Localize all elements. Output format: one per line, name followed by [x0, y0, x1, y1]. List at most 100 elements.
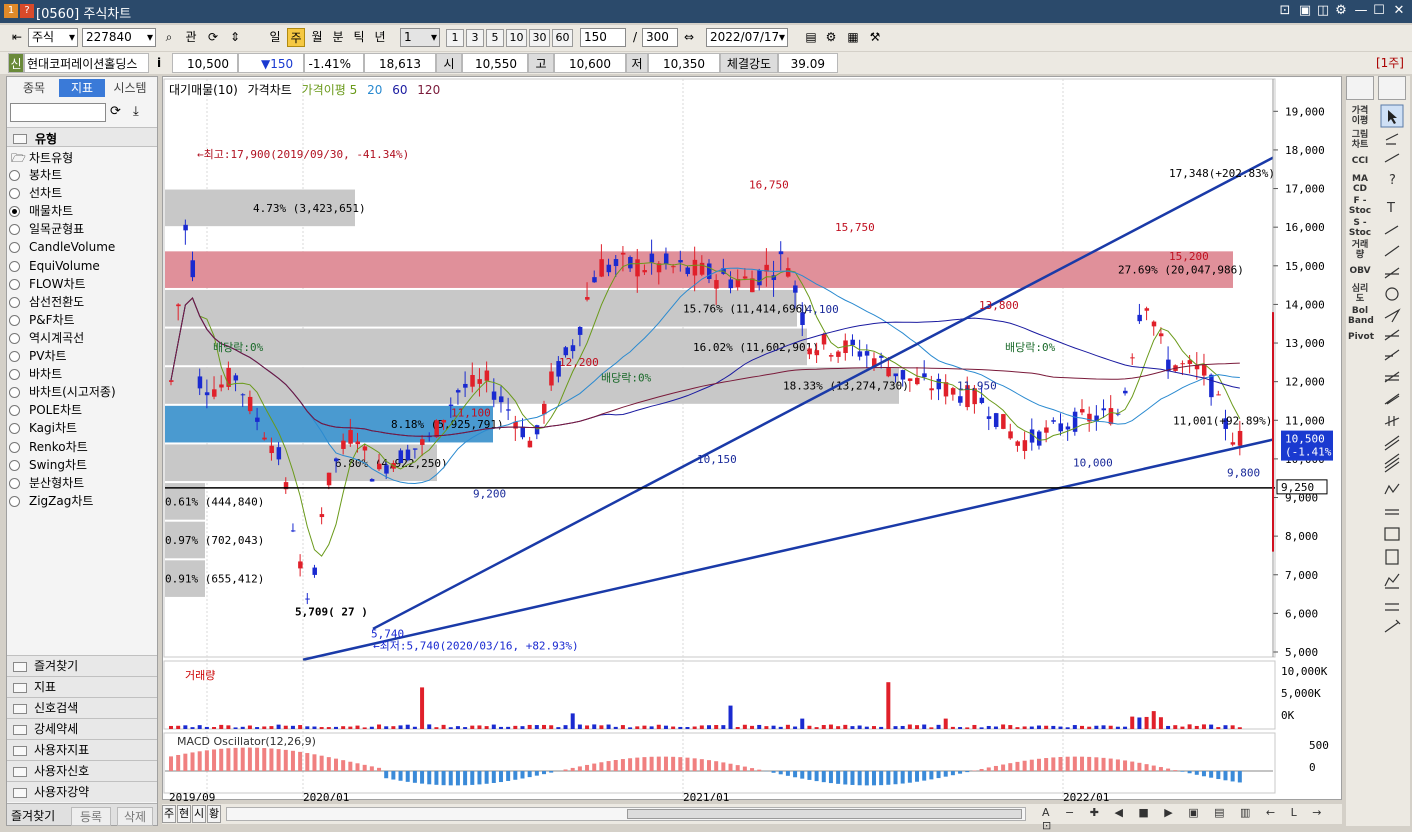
eraser-icon[interactable] — [1385, 133, 1399, 145]
chart-type-item[interactable]: 역시계곡선 — [9, 330, 84, 347]
quick-3[interactable]: 3 — [466, 29, 484, 47]
maximize-icon[interactable]: ☐ — [1370, 2, 1388, 20]
chart-type-item[interactable]: Renko차트 — [9, 439, 88, 456]
legend-ma120[interactable]: 120 — [417, 83, 440, 97]
type-section-header[interactable]: 유형 — [7, 127, 157, 147]
quick-10[interactable]: 10 — [506, 29, 527, 47]
scroll-up-icon[interactable] — [1346, 76, 1374, 100]
chart-type-item[interactable]: 바차트(시고저종) — [9, 384, 116, 401]
fibo-tool-icon[interactable] — [1384, 371, 1400, 383]
period-year[interactable]: 년 — [371, 28, 389, 47]
help-icon[interactable]: ? — [20, 4, 34, 18]
tab-indicator[interactable]: 지표 — [59, 79, 105, 97]
chart-type-item[interactable]: 선차트 — [9, 185, 62, 202]
stock-name[interactable]: 현대코퍼레이션홀딩스 — [24, 53, 149, 73]
pen-tool-icon[interactable] — [1384, 619, 1401, 633]
stepper-icon[interactable]: ⇕ — [226, 28, 244, 47]
link-icon[interactable]: ⊡ — [1276, 2, 1294, 20]
delete-all-icon[interactable] — [1384, 153, 1400, 163]
indicator-cci-icon[interactable]: CCI — [1348, 156, 1372, 166]
left-section[interactable]: 강세약세 — [7, 718, 157, 739]
radio-icon[interactable] — [9, 278, 20, 290]
radio-icon[interactable] — [9, 260, 20, 272]
left-section[interactable]: 신호검색 — [7, 697, 157, 718]
indicator-price-chart-icon[interactable]: 그림 차트 — [1348, 130, 1372, 150]
search-icon[interactable]: ⌕ — [160, 28, 178, 47]
tab-stock[interactable]: 종목 — [11, 79, 57, 97]
quick-5[interactable]: 5 — [486, 29, 504, 47]
close-icon[interactable]: ✕ — [1390, 2, 1408, 20]
radio-icon[interactable] — [9, 351, 20, 362]
chart-type-item[interactable]: CandleVolume — [9, 239, 115, 256]
left-section[interactable]: 즐겨찾기 — [7, 655, 157, 676]
indicator-obv-icon[interactable]: OBV — [1348, 266, 1372, 276]
indicator-psy-icon[interactable]: 심리 도 — [1348, 284, 1372, 304]
chart-type-item[interactable]: 일목균형표 — [9, 221, 84, 238]
tree-root[interactable]: 차트유형 — [29, 149, 73, 166]
total-input[interactable]: 300 — [642, 28, 678, 47]
indicator-volume-icon[interactable]: 거래 량 — [1348, 240, 1372, 260]
period-week[interactable]: 주 — [287, 28, 305, 47]
refresh-icon[interactable]: ⟳ — [110, 104, 121, 119]
indicator-search-input[interactable] — [10, 103, 106, 122]
chart-type-item[interactable]: EquiVolume — [9, 258, 100, 275]
bottom-btn-ju[interactable]: 주 — [162, 805, 176, 823]
left-section[interactable]: 지표 — [7, 676, 157, 697]
compare-tool-icon[interactable] — [1385, 603, 1399, 611]
period-tick[interactable]: 틱 — [350, 28, 368, 47]
stock-code-input[interactable]: 227840 ▾ — [82, 28, 156, 47]
indicator-price-ma-icon[interactable]: 가격 이평 — [1348, 106, 1372, 126]
scroll-thumb[interactable] — [627, 809, 1022, 819]
bottom-btn-si[interactable]: 시 — [192, 805, 206, 823]
trend-tool-icon[interactable] — [1384, 225, 1399, 235]
radio-icon[interactable] — [9, 314, 20, 326]
navigation-icons[interactable]: A − ✚ ◀ ■ ▶ ▣ ▤ ▥ ← L → ⊡ — [1042, 806, 1342, 832]
chart-type-item[interactable]: Swing차트 — [9, 457, 87, 474]
period-minute[interactable]: 분 — [329, 28, 347, 47]
speed-tool-icon[interactable] — [1384, 393, 1400, 405]
settings-icon[interactable]: ⚙ — [1332, 2, 1350, 20]
help-tool-icon[interactable]: ? — [1389, 173, 1396, 188]
minimize-icon[interactable]: — — [1352, 2, 1370, 20]
indicator-pivot-icon[interactable]: Pivot — [1348, 332, 1374, 342]
screenshot-icon[interactable]: ◫ — [1314, 2, 1332, 20]
hline-tool-icon[interactable] — [1384, 267, 1400, 279]
parallel-tool-icon[interactable] — [1384, 329, 1400, 341]
indicator-bband-icon[interactable]: Bol Band — [1348, 306, 1374, 326]
chart-type-item[interactable]: 삼선전환도 — [9, 294, 84, 311]
save-icon[interactable]: ▦ — [844, 28, 862, 47]
interval-select[interactable]: 1 ▾ — [400, 28, 440, 47]
circle-tool-icon[interactable] — [1385, 287, 1399, 301]
quick-60[interactable]: 60 — [552, 29, 573, 47]
chart-type-item[interactable]: FLOW차트 — [9, 276, 86, 293]
radio-icon[interactable] — [9, 332, 20, 344]
chart-type-item[interactable]: 매물차트 — [9, 203, 73, 220]
doc-tool-icon[interactable] — [1385, 549, 1399, 565]
legend-ma5[interactable]: 가격이평 5 — [302, 83, 358, 97]
gwan-button[interactable]: 관 — [182, 28, 200, 47]
count-stepper[interactable]: 150 — [580, 28, 626, 47]
favorites-tab[interactable]: 즐겨찾기 — [11, 807, 55, 824]
radio-icon[interactable] — [9, 369, 20, 381]
bottom-btn-hwang[interactable]: 황 — [207, 805, 221, 823]
radio-icon[interactable] — [9, 296, 20, 308]
chart-tool-icon[interactable] — [1384, 573, 1400, 589]
indicator-sstoc-icon[interactable]: S - Stoc — [1348, 218, 1372, 238]
period-day[interactable]: 일 — [266, 28, 284, 47]
left-section[interactable]: 사용자강약 — [7, 781, 157, 802]
left-section[interactable]: 사용자지표 — [7, 739, 157, 760]
chart-type-item[interactable]: P&F차트 — [9, 312, 75, 329]
info-icon[interactable]: i — [152, 53, 166, 73]
chart-type-item[interactable]: POLE차트 — [9, 402, 82, 419]
delete-button[interactable]: 삭제 — [117, 807, 154, 826]
app-1-icon[interactable]: 1 — [4, 4, 18, 18]
gann-tool-icon[interactable] — [1384, 349, 1400, 361]
calc-icon[interactable]: ▤ — [802, 28, 820, 47]
legend-ma20[interactable]: 20 — [367, 83, 382, 97]
bottom-btn-hyeon[interactable]: 현 — [177, 805, 191, 823]
date-input[interactable]: 2022/07/17 ▾ — [706, 28, 788, 47]
left-section[interactable]: 사용자신호 — [7, 760, 157, 781]
quick-1[interactable]: 1 — [446, 29, 464, 47]
indicator-fstoc-icon[interactable]: F - Stoc — [1348, 196, 1372, 216]
period-month[interactable]: 월 — [308, 28, 326, 47]
